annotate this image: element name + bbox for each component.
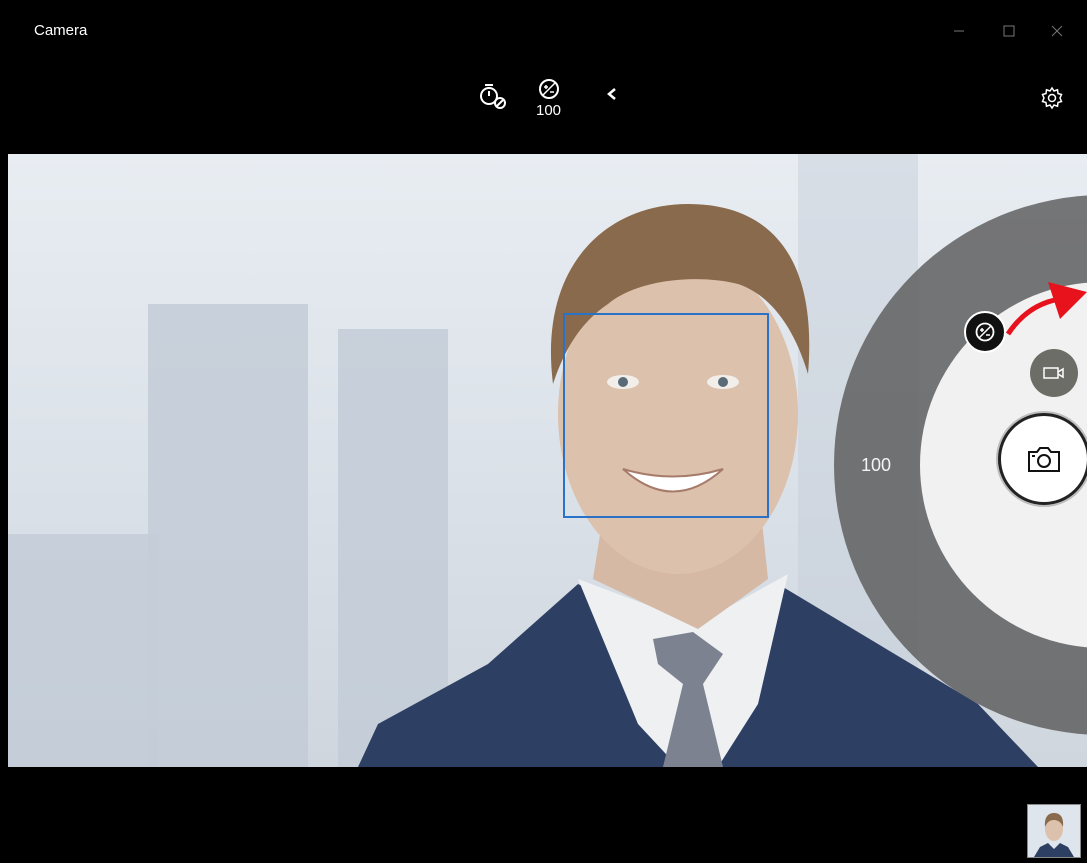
background-building: [148, 304, 308, 767]
close-button[interactable]: [1035, 14, 1079, 48]
background-building: [8, 534, 158, 767]
take-photo-button[interactable]: [998, 413, 1087, 505]
collapse-toolbar-button[interactable]: [605, 86, 619, 102]
dial-exposure-value: 100: [861, 455, 892, 475]
camera-window: Camera 100 100: [8, 8, 1087, 863]
photo-timer-button[interactable]: [478, 82, 508, 110]
title-bar: Camera: [8, 8, 1087, 54]
red-arrow-annotation: [1005, 282, 1087, 336]
photo-gallery-thumbnail[interactable]: [1027, 804, 1081, 858]
face-detection-box: [563, 313, 769, 518]
camera-viewfinder[interactable]: 100: [8, 154, 1087, 767]
app-title: Camera: [34, 22, 88, 39]
last-photo-thumbnail: [1028, 805, 1080, 857]
chevron-left-icon: [607, 88, 616, 100]
exposure-icon: [975, 322, 995, 342]
settings-button[interactable]: [1040, 86, 1064, 110]
minimize-button[interactable]: [937, 14, 981, 48]
gear-icon: [1041, 86, 1063, 110]
exposure-dial-knob[interactable]: [964, 311, 1006, 353]
close-icon: [1051, 25, 1063, 37]
bottom-bar: [8, 767, 1087, 863]
video-camera-icon: [1043, 367, 1064, 379]
camera-toolbar: 100: [8, 54, 1087, 154]
video-mode-button[interactable]: [1030, 349, 1078, 397]
maximize-icon: [1003, 25, 1015, 37]
minimize-icon: [954, 30, 964, 32]
maximize-button[interactable]: [987, 14, 1031, 48]
exposure-icon: [538, 79, 559, 99]
timer-off-icon: [480, 84, 506, 109]
camera-icon: [1028, 447, 1060, 472]
exposure-button[interactable]: 100: [536, 78, 561, 119]
exposure-value: 100: [536, 102, 562, 119]
